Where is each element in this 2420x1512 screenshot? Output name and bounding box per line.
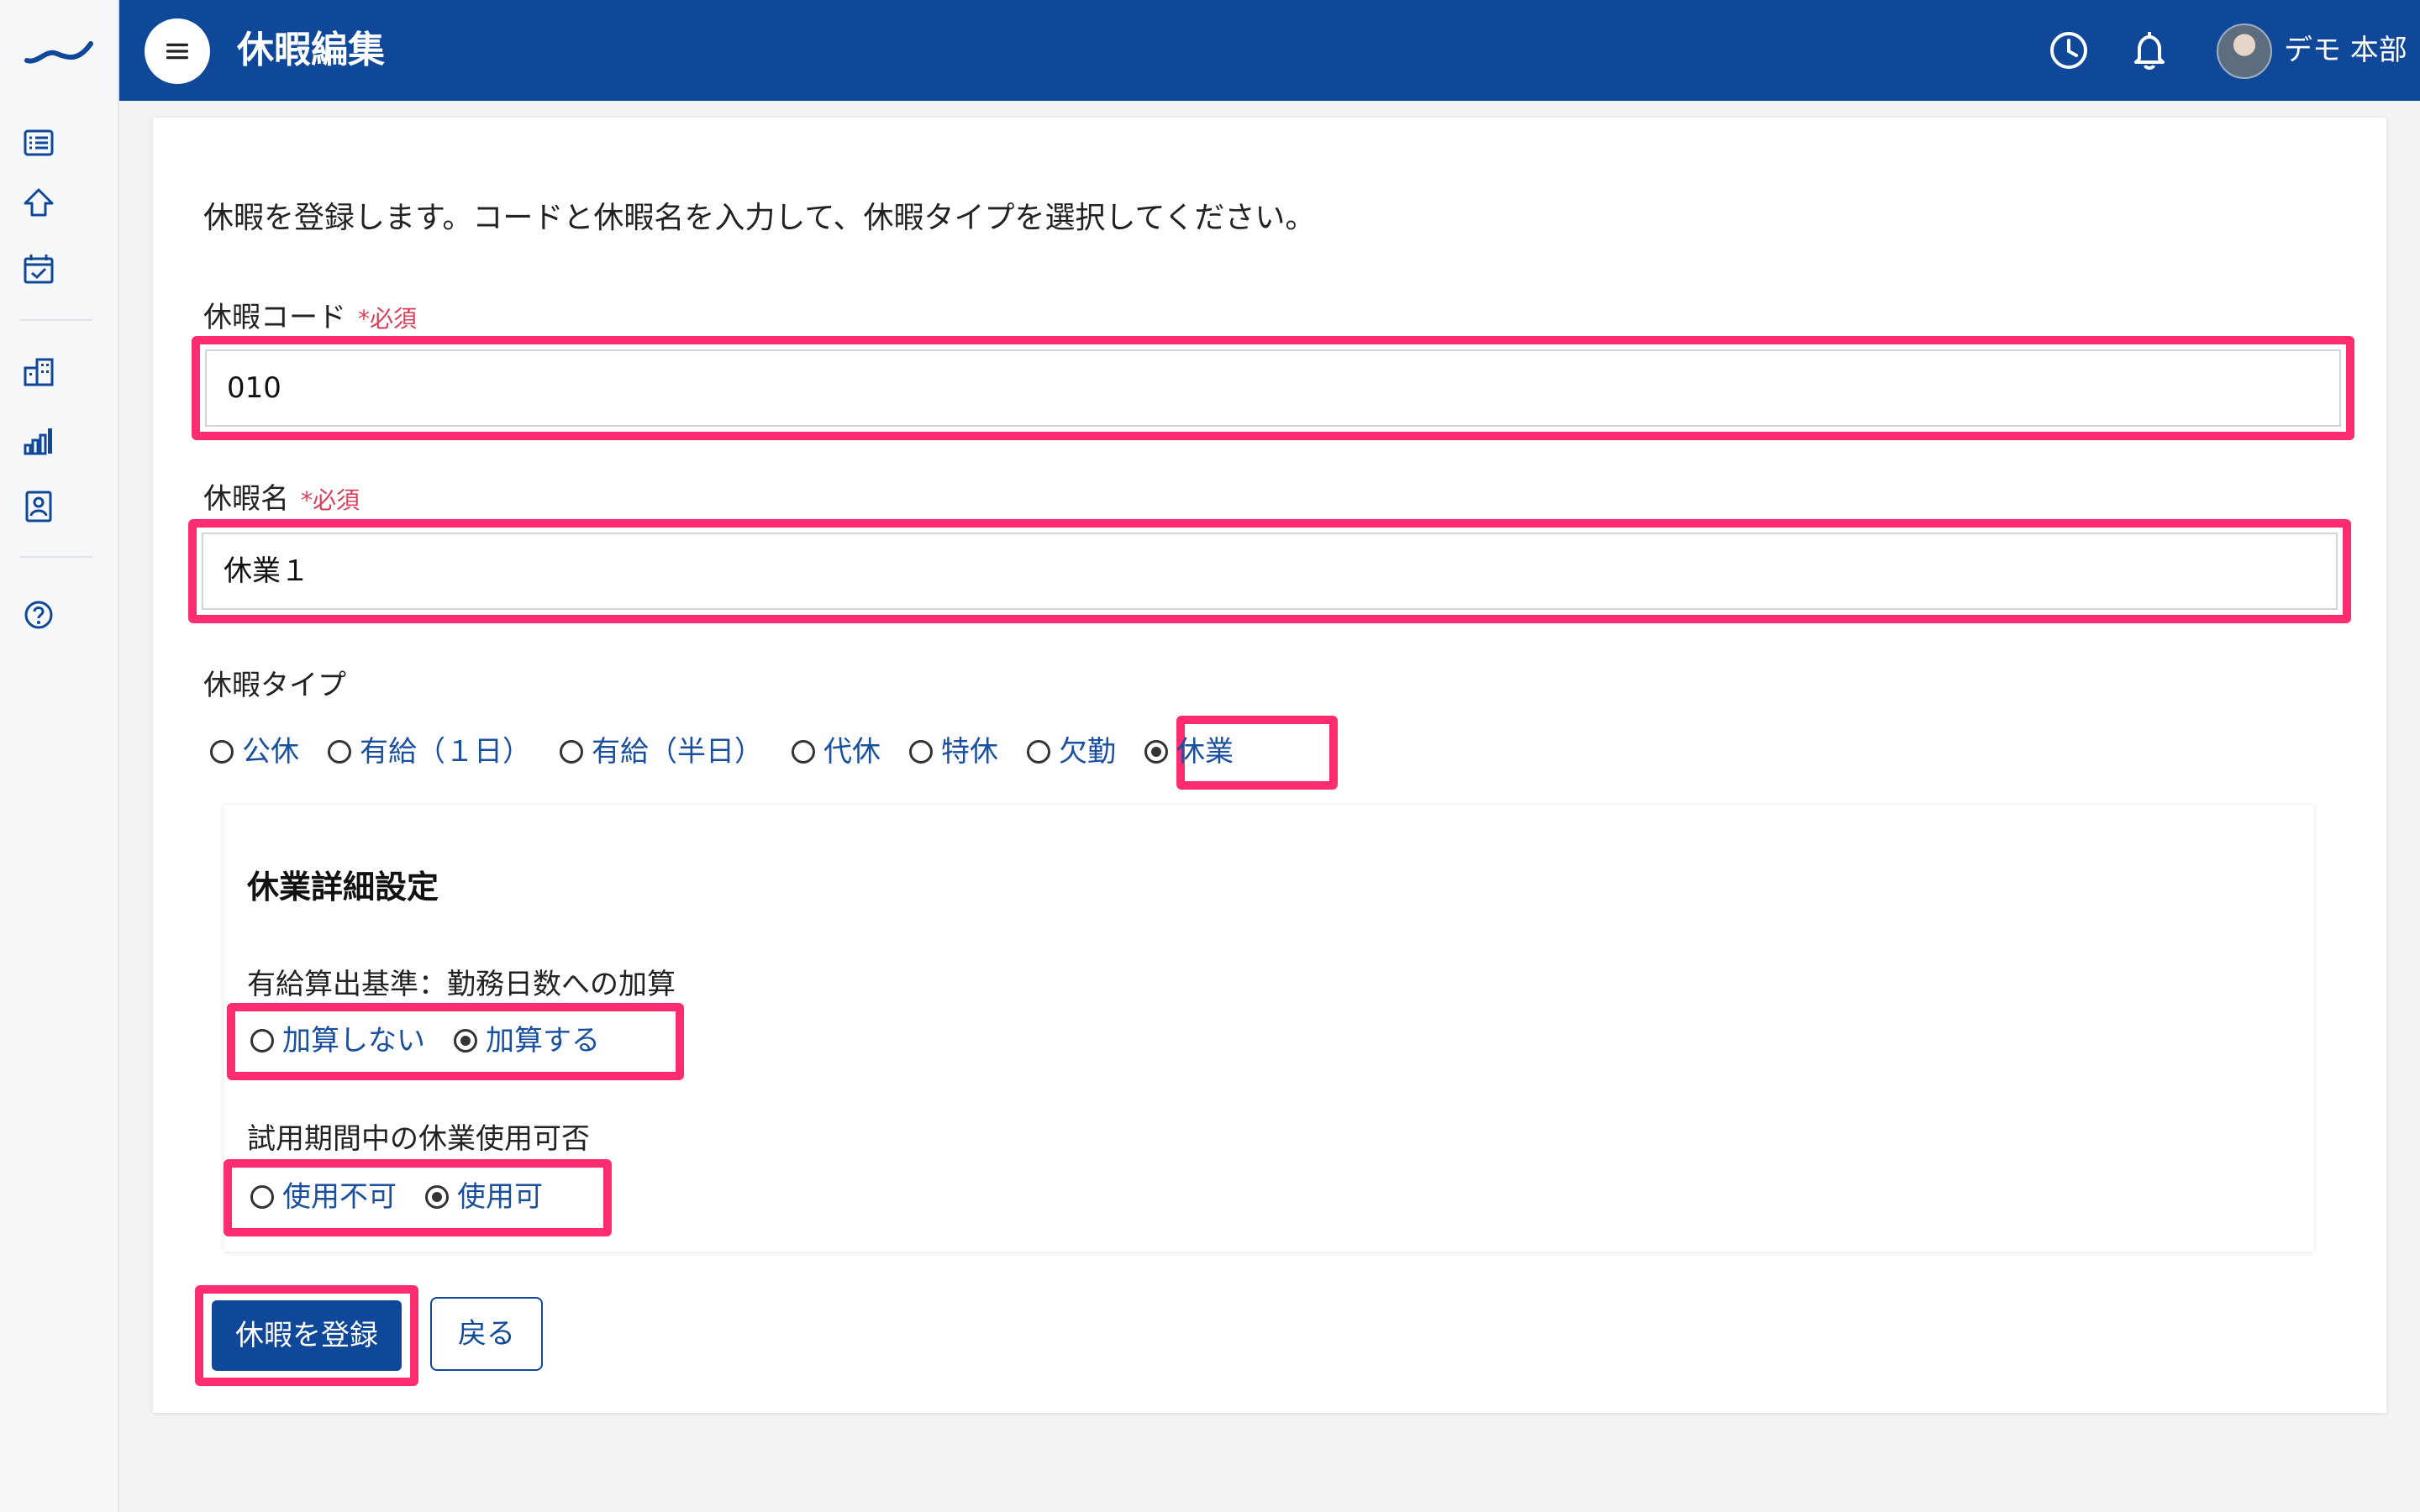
page-title: 休暇編集 [237, 29, 385, 71]
home-icon[interactable] [20, 185, 57, 222]
main-card: 休暇を登録します。コードと休暇名を入力して、休暇タイプを選択してください。 休暇… [153, 118, 2386, 1413]
code-input[interactable]: 010 [205, 349, 2341, 427]
paid-basis-label: 有給算出基準：勤務日数への加算 [247, 968, 676, 1001]
bar-chart-icon[interactable] [20, 422, 57, 459]
trial-radio-group: 使用不可 使用可 [250, 1176, 571, 1218]
top-header: 休暇編集 デモ 本部 [119, 0, 2420, 101]
radio-allowed[interactable]: 使用可 [425, 1176, 543, 1218]
menu-button[interactable] [145, 18, 210, 84]
type-label: 休暇タイプ [203, 669, 346, 702]
radio-circle[interactable] [792, 740, 815, 764]
radio-yukyu-1day[interactable]: 有給（１日） [328, 731, 531, 773]
radio-no-add[interactable]: 加算しない [250, 1020, 425, 1062]
name-label-text: 休暇名 [203, 482, 289, 516]
radio-circle-selected[interactable] [454, 1029, 477, 1053]
radio-circle[interactable] [1027, 740, 1050, 764]
radio-circle[interactable] [328, 740, 351, 764]
detail-title: 休業詳細設定 [247, 869, 439, 906]
required-mark: *必須 [358, 305, 418, 333]
radio-tokkyu[interactable]: 特休 [909, 731, 998, 773]
calendar-check-icon[interactable] [20, 250, 57, 287]
bell-icon[interactable] [2126, 27, 2173, 74]
hamburger-icon [166, 43, 189, 60]
back-button[interactable]: 戻る [430, 1297, 543, 1371]
required-mark: *必須 [301, 486, 360, 514]
radio-circle[interactable] [250, 1029, 274, 1053]
trial-label: 試用期間中の休業使用可否 [247, 1122, 590, 1156]
radio-daikyu[interactable]: 代休 [792, 731, 881, 773]
code-label: 休暇コード *必須 [203, 297, 417, 339]
logo[interactable] [24, 35, 94, 69]
building-icon[interactable] [20, 353, 57, 390]
radio-koukyu[interactable]: 公休 [210, 731, 299, 773]
user-name[interactable]: デモ 本部 [2284, 30, 2407, 71]
radio-circle-selected[interactable] [425, 1185, 449, 1209]
radio-not-allowed[interactable]: 使用不可 [250, 1176, 397, 1218]
radio-kekkin[interactable]: 欠勤 [1027, 731, 1116, 773]
help-icon[interactable] [20, 596, 57, 633]
radio-circle[interactable] [250, 1185, 274, 1209]
register-button[interactable]: 休暇を登録 [212, 1300, 402, 1371]
clock-icon[interactable] [2045, 27, 2092, 74]
type-radio-group: 公休 有給（１日） 有給（半日） 代休 特休 欠勤 休業 [210, 731, 1262, 773]
sidebar-divider [20, 319, 92, 321]
radio-kyugyo[interactable]: 休業 [1144, 731, 1234, 773]
radio-add[interactable]: 加算する [454, 1020, 600, 1062]
radio-circle[interactable] [560, 740, 583, 764]
radio-circle[interactable] [210, 740, 234, 764]
code-label-text: 休暇コード [203, 301, 346, 334]
list-icon[interactable] [20, 124, 57, 161]
radio-circle-selected[interactable] [1144, 740, 1168, 764]
radio-yukyu-halfday[interactable]: 有給（半日） [560, 731, 763, 773]
detail-settings-panel: 休業詳細設定 有給算出基準：勤務日数への加算 加算しない 加算する 試用期間中の… [224, 805, 2314, 1252]
id-card-icon[interactable] [20, 487, 57, 524]
radio-circle[interactable] [909, 740, 933, 764]
sidebar-divider [20, 556, 92, 558]
paid-basis-radio-group: 加算しない 加算する [250, 1020, 629, 1062]
name-label: 休暇名 *必須 [203, 479, 360, 521]
name-input[interactable]: 休業１ [202, 533, 2338, 610]
sidebar [0, 0, 119, 1512]
avatar[interactable] [2217, 24, 2272, 79]
intro-text: 休暇を登録します。コードと休暇名を入力して、休暇タイプを選択してください。 [203, 201, 1316, 235]
